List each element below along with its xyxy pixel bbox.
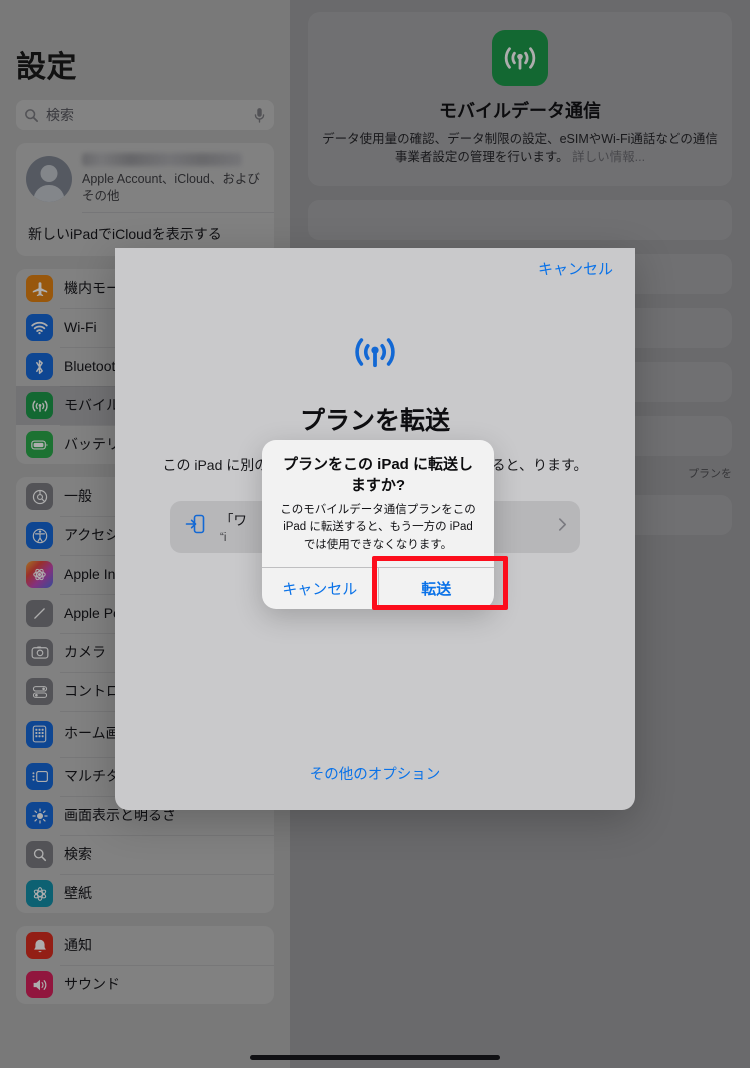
option-row-line1: 「ワ — [220, 513, 247, 529]
search-input[interactable]: 検索 — [16, 100, 274, 130]
cellular-icon — [115, 330, 635, 379]
airplane-icon — [26, 275, 53, 302]
wifi-icon — [26, 314, 53, 341]
sidebar-item-wallpaper[interactable]: 壁紙 — [16, 874, 274, 913]
cellular-icon — [492, 30, 548, 86]
more-options-button[interactable]: その他のオプション — [115, 763, 635, 784]
page-title: 設定 — [16, 51, 77, 84]
account-subtitle: Apple Account、iCloud、および その他 — [82, 172, 260, 203]
microphone-icon[interactable] — [253, 107, 266, 124]
search-square-icon — [26, 841, 53, 868]
account-row[interactable]: Apple Account、iCloud、および その他 — [16, 143, 274, 212]
sidebar-item-label: 壁紙 — [64, 884, 92, 901]
cellular-description-text: データ使用量の確認、データ制限の設定、eSIMやWi-Fi通話などの通信事業者設… — [322, 132, 718, 165]
camera-icon — [26, 639, 53, 666]
account-name-redacted — [82, 153, 242, 166]
accessibility-icon — [26, 522, 53, 549]
alert-cancel-button[interactable]: キャンセル — [262, 568, 378, 609]
alert-confirm-transfer-button[interactable]: 転送 — [379, 568, 495, 609]
notifications-icon — [26, 932, 53, 959]
sidebar-item-label: 一般 — [64, 487, 92, 504]
gear-icon — [26, 483, 53, 510]
sidebar-item-label: 検索 — [64, 845, 92, 862]
control-center-icon — [26, 678, 53, 705]
sidebar-item-label: Wi-Fi — [64, 318, 97, 335]
cellular-icon — [26, 392, 53, 419]
home-indicator[interactable] — [250, 1055, 500, 1060]
sidebar-group-alerts: 通知 サウンド — [16, 926, 274, 1004]
battery-icon — [26, 431, 53, 458]
account-card[interactable]: Apple Account、iCloud、および その他 新しいiPadでiCl… — [16, 143, 274, 256]
sheet-title: プランを転送 — [299, 407, 450, 435]
wallpaper-icon — [26, 880, 53, 907]
sidebar-item-search[interactable]: 検索 — [16, 835, 274, 874]
sheet-cancel-button[interactable]: キャンセル — [538, 258, 613, 279]
cellular-description: データ使用量の確認、データ制限の設定、eSIMやWi-Fi通話などの通信事業者設… — [322, 130, 718, 166]
sidebar-item-label: サウンド — [64, 975, 120, 992]
transfer-in-icon — [183, 512, 207, 541]
sidebar-item-label: 通知 — [64, 936, 92, 953]
alert-title: プランをこの iPad に転送しますか? — [282, 456, 473, 494]
search-placeholder: 検索 — [46, 107, 74, 123]
search-icon — [24, 108, 39, 123]
apple-intelligence-icon — [26, 561, 53, 588]
sound-icon — [26, 971, 53, 998]
home-screen-icon — [26, 720, 53, 748]
brightness-icon — [26, 802, 53, 829]
multitasking-icon — [26, 763, 53, 790]
alert-message: このモバイルデータ通信プランをこの iPad に転送すると、もう一方の iPad… — [280, 504, 476, 551]
sidebar-item-label: カメラ — [64, 643, 106, 660]
cellular-card-1[interactable] — [308, 200, 732, 241]
pencil-icon — [26, 600, 53, 627]
sidebar-item-notifications[interactable]: 通知 — [16, 926, 274, 965]
chevron-right-icon — [558, 517, 567, 537]
bluetooth-icon — [26, 353, 53, 380]
cellular-title: モバイルデータ通信 — [439, 101, 601, 121]
confirm-transfer-alert: プランをこの iPad に転送しますか? このモバイルデータ通信プランをこの i… — [262, 440, 494, 609]
sidebar-item-sounds[interactable]: サウンド — [16, 965, 274, 1004]
cellular-header-card: モバイルデータ通信 データ使用量の確認、データ制限の設定、eSIMやWi-Fi通… — [308, 12, 732, 187]
avatar — [26, 155, 72, 202]
learn-more-link[interactable]: 詳しい情報... — [572, 150, 645, 164]
